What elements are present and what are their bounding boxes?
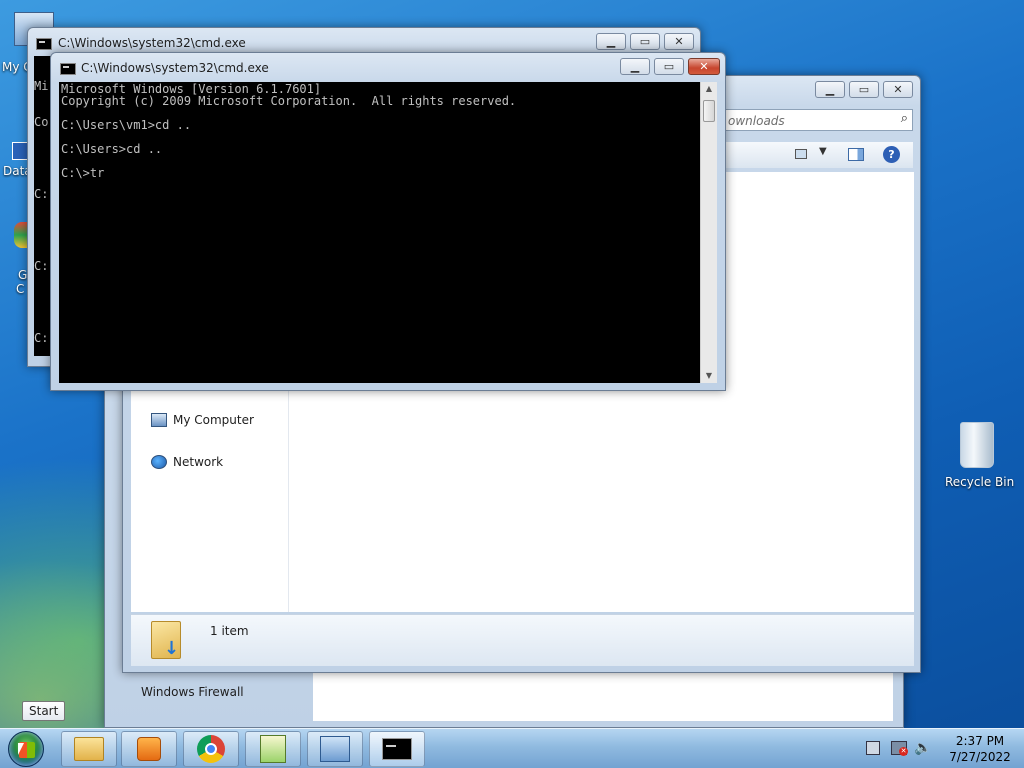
item-count-status: 1 item <box>210 624 249 638</box>
explorer-search-input[interactable]: ownloads ⌕ <box>723 109 913 131</box>
view-options-dropdown-icon[interactable]: ▼ <box>819 146 827 157</box>
notepad-plus-plus-icon <box>260 735 286 763</box>
cmd-front-console[interactable]: Microsoft Windows [Version 6.1.7601] Cop… <box>59 82 700 383</box>
cmd-back-title: C:\Windows\system32\cmd.exe <box>58 36 246 50</box>
taskbar-explorer-button[interactable] <box>61 731 117 767</box>
media-player-icon <box>137 737 161 761</box>
taskbar-clock[interactable]: 2:37 PM 7/27/2022 <box>944 733 1016 765</box>
cmd-front-scrollbar[interactable]: ▲ ▼ <box>700 82 717 383</box>
search-placeholder: ownloads <box>728 114 785 128</box>
control-panel-content <box>313 671 893 721</box>
desktop-label-c: C <box>16 282 25 296</box>
chrome-icon <box>197 735 225 763</box>
taskbar-control-panel-button[interactable] <box>307 731 363 767</box>
scroll-up-arrow-icon[interactable]: ▲ <box>701 82 717 96</box>
nav-item-network[interactable]: Network <box>151 455 223 469</box>
control-panel-icon <box>320 736 350 762</box>
explorer-maximize-button[interactable]: ▭ <box>849 81 879 98</box>
computer-icon <box>151 413 167 427</box>
downloads-folder-icon: ↓ <box>151 621 181 659</box>
taskbar-media-player-button[interactable] <box>121 731 177 767</box>
cmd-front-title: C:\Windows\system32\cmd.exe <box>81 61 269 75</box>
taskbar-chrome-button[interactable] <box>183 731 239 767</box>
nav-label-my-computer: My Computer <box>173 413 254 427</box>
explorer-toolbar: ▼ ? <box>723 142 913 168</box>
cmd-window-icon <box>60 63 76 75</box>
cmd-back-minimize-button[interactable]: ▁ <box>596 33 626 50</box>
cmd-window-front: C:\Windows\system32\cmd.exe ▁ ▭ ✕ Micros… <box>50 52 726 391</box>
explorer-close-button[interactable]: ✕ <box>883 81 913 98</box>
explorer-details-pane: ↓ 1 item <box>131 614 914 666</box>
taskbar-notepadpp-button[interactable] <box>245 731 301 767</box>
cmd-front-close-button[interactable]: ✕ <box>688 58 720 75</box>
cmd-back-close-button[interactable]: ✕ <box>664 33 694 50</box>
scroll-thumb[interactable] <box>703 100 715 122</box>
taskbar: ✕ 🔈 2:37 PM 7/27/2022 <box>0 728 1024 768</box>
start-button[interactable] <box>8 731 44 767</box>
network-icon <box>151 455 167 469</box>
recycle-bin-icon <box>960 422 994 468</box>
start-tooltip: Start <box>22 701 66 721</box>
clock-date: 7/27/2022 <box>949 750 1011 764</box>
desktop-label-recycle-bin: Recycle Bin <box>945 475 1015 489</box>
nav-label-network: Network <box>173 455 224 469</box>
scroll-down-arrow-icon[interactable]: ▼ <box>701 369 717 383</box>
preview-pane-icon[interactable] <box>848 148 864 161</box>
help-icon[interactable]: ? <box>883 146 900 163</box>
folder-icon <box>74 737 104 761</box>
volume-icon[interactable]: 🔈 <box>914 740 931 756</box>
action-center-flag-icon[interactable] <box>866 741 880 755</box>
command-prompt-icon <box>382 738 412 760</box>
clock-time: 2:37 PM <box>955 734 1005 748</box>
windows-firewall-link[interactable]: Windows Firewall <box>141 685 244 699</box>
cmd-back-maximize-button[interactable]: ▭ <box>630 33 660 50</box>
cmd-window-icon <box>36 38 52 50</box>
nav-item-my-computer[interactable]: My Computer <box>151 413 254 427</box>
search-icon[interactable]: ⌕ <box>901 111 908 126</box>
desktop-label-g: G <box>18 268 28 282</box>
desktop-icon-recycle-bin[interactable] <box>945 422 1009 468</box>
network-status-icon[interactable]: ✕ <box>891 741 908 756</box>
taskbar-cmd-button[interactable] <box>369 731 425 767</box>
cmd-front-minimize-button[interactable]: ▁ <box>620 58 650 75</box>
mouse-cursor-icon <box>18 743 24 755</box>
explorer-minimize-button[interactable]: ▁ <box>815 81 845 98</box>
change-view-icon[interactable] <box>795 149 807 159</box>
cmd-front-maximize-button[interactable]: ▭ <box>654 58 684 75</box>
